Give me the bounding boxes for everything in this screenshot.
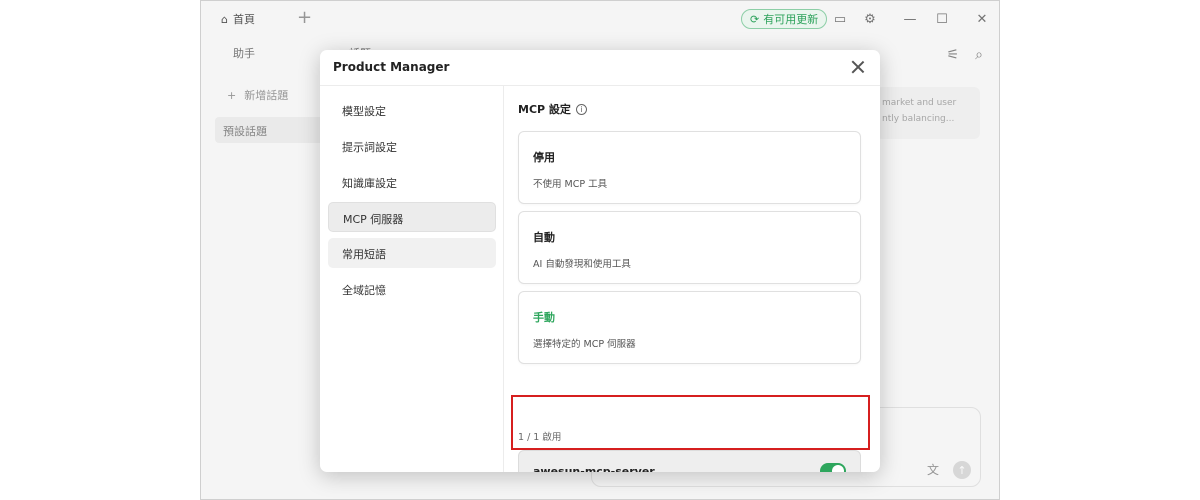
toggle-knob [832, 465, 844, 472]
nav-item-model-settings[interactable]: 模型設定 [328, 95, 496, 125]
option-title: 停用 [533, 151, 555, 164]
nav-item-mcp-servers[interactable]: MCP 伺服器 [328, 202, 496, 232]
option-card-auto[interactable]: 自動 AI 自動發現和使用工具 [518, 211, 861, 284]
nav-item-global-memory[interactable]: 全域記憶 [328, 274, 496, 304]
section-title: MCP 設定 i [518, 101, 587, 117]
option-desc: 選擇特定的 MCP 伺服器 [533, 339, 636, 350]
close-icon[interactable] [848, 57, 868, 77]
nav-item-prompt-settings[interactable]: 提示詞設定 [328, 131, 496, 161]
option-desc: AI 自動發現和使用工具 [533, 259, 631, 270]
modal-header: Product Manager [320, 50, 880, 86]
highlight-annotation [511, 395, 870, 450]
server-enable-toggle[interactable] [820, 463, 846, 472]
option-card-manual[interactable]: 手動 選擇特定的 MCP 伺服器 [518, 291, 861, 364]
settings-nav: 模型設定 提示詞設定 知識庫設定 MCP 伺服器 常用短語 全域記憶 [320, 86, 504, 472]
option-card-disabled[interactable]: 停用 不使用 MCP 工具 [518, 131, 861, 204]
modal-title: Product Manager [333, 60, 450, 74]
mcp-server-row: awesun-mcp-server [518, 450, 861, 472]
nav-item-knowledge-settings[interactable]: 知識庫設定 [328, 167, 496, 197]
nav-item-common-phrases[interactable]: 常用短語 [328, 238, 496, 268]
option-title: 自動 [533, 231, 555, 244]
section-title-label: MCP 設定 [518, 103, 571, 116]
option-title: 手動 [533, 311, 555, 324]
option-desc: 不使用 MCP 工具 [533, 179, 608, 190]
info-icon[interactable]: i [575, 103, 587, 115]
server-name: awesun-mcp-server [533, 465, 655, 472]
